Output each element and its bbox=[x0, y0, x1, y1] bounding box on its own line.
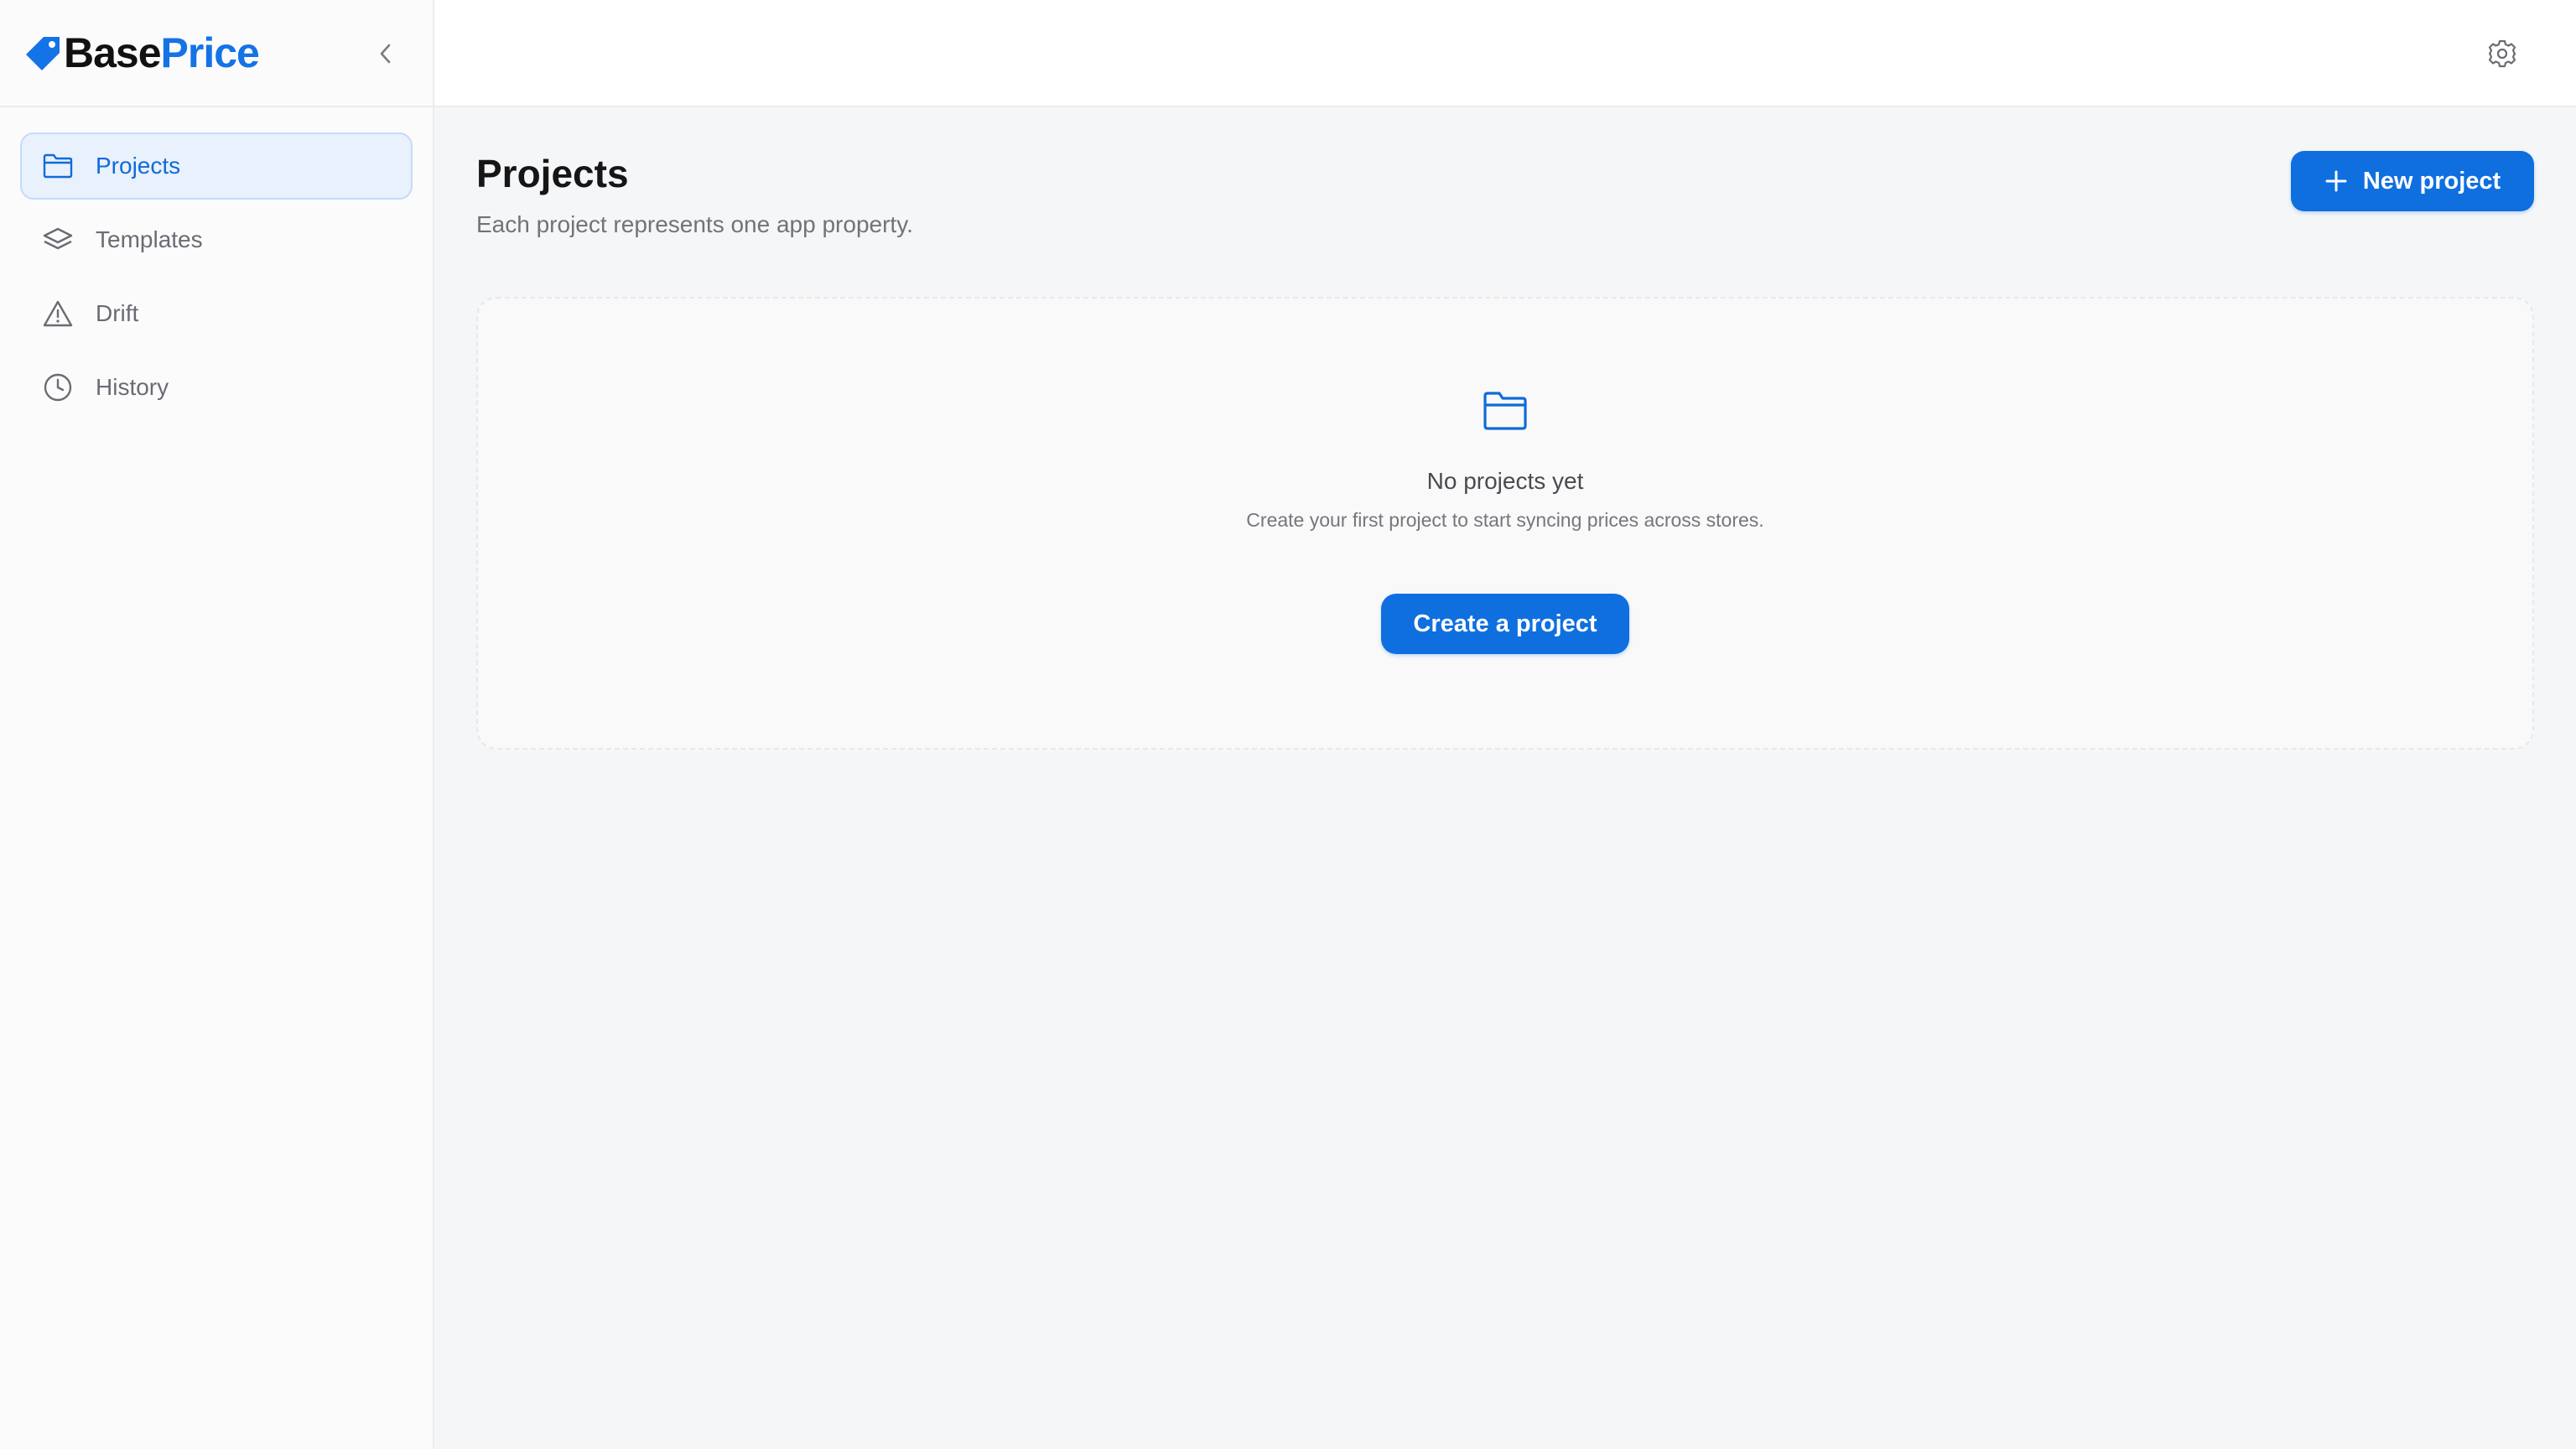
collapse-sidebar-button[interactable] bbox=[369, 37, 402, 70]
sidebar-item-history[interactable]: History bbox=[20, 354, 413, 421]
layers-icon bbox=[42, 224, 74, 256]
empty-state-description: Create your first project to start synci… bbox=[1246, 509, 1764, 531]
clock-icon bbox=[42, 371, 74, 403]
brand-name: BasePrice bbox=[64, 29, 260, 76]
warning-triangle-icon bbox=[42, 298, 74, 330]
sidebar: BasePrice Projects Templates Drift Histo… bbox=[0, 0, 434, 1449]
sidebar-item-label: Projects bbox=[96, 153, 181, 179]
new-project-label: New project bbox=[2362, 167, 2501, 195]
sidebar-item-drift[interactable]: Drift bbox=[20, 280, 413, 347]
page-title: Projects bbox=[476, 152, 629, 195]
page-header: Projects Each project represents one app… bbox=[476, 107, 2534, 295]
app-root: BasePrice Projects Templates Drift Histo… bbox=[0, 0, 2576, 1449]
logo[interactable]: BasePrice bbox=[25, 29, 260, 76]
brand-bar: BasePrice bbox=[0, 0, 433, 107]
sidebar-item-projects[interactable]: Projects bbox=[20, 132, 413, 200]
plus-icon bbox=[2325, 170, 2347, 192]
sidebar-item-label: Templates bbox=[96, 226, 203, 252]
settings-button[interactable] bbox=[2484, 35, 2521, 72]
topbar bbox=[434, 0, 2576, 107]
sidebar-item-label: Drift bbox=[96, 300, 139, 326]
main-content: Projects Each project represents one app… bbox=[476, 107, 2534, 750]
brand-name-base: Base bbox=[64, 29, 162, 76]
create-project-button[interactable]: Create a project bbox=[1381, 594, 1629, 654]
empty-state-card: No projects yet Create your first projec… bbox=[476, 297, 2534, 750]
new-project-button[interactable]: New project bbox=[2291, 151, 2534, 211]
sidebar-item-templates[interactable]: Templates bbox=[20, 206, 413, 273]
sidebar-item-label: History bbox=[96, 374, 169, 400]
page-subtitle: Each project represents one app property… bbox=[476, 211, 913, 237]
brand-name-price: Price bbox=[160, 29, 260, 76]
folder-icon bbox=[42, 150, 74, 182]
sidebar-nav: Projects Templates Drift History bbox=[0, 107, 433, 453]
gear-icon bbox=[2488, 39, 2516, 68]
tag-logo-icon bbox=[26, 37, 60, 70]
empty-state-title: No projects yet bbox=[1426, 468, 1584, 494]
folder-icon bbox=[1483, 392, 1527, 430]
chevron-left-icon bbox=[380, 44, 391, 64]
